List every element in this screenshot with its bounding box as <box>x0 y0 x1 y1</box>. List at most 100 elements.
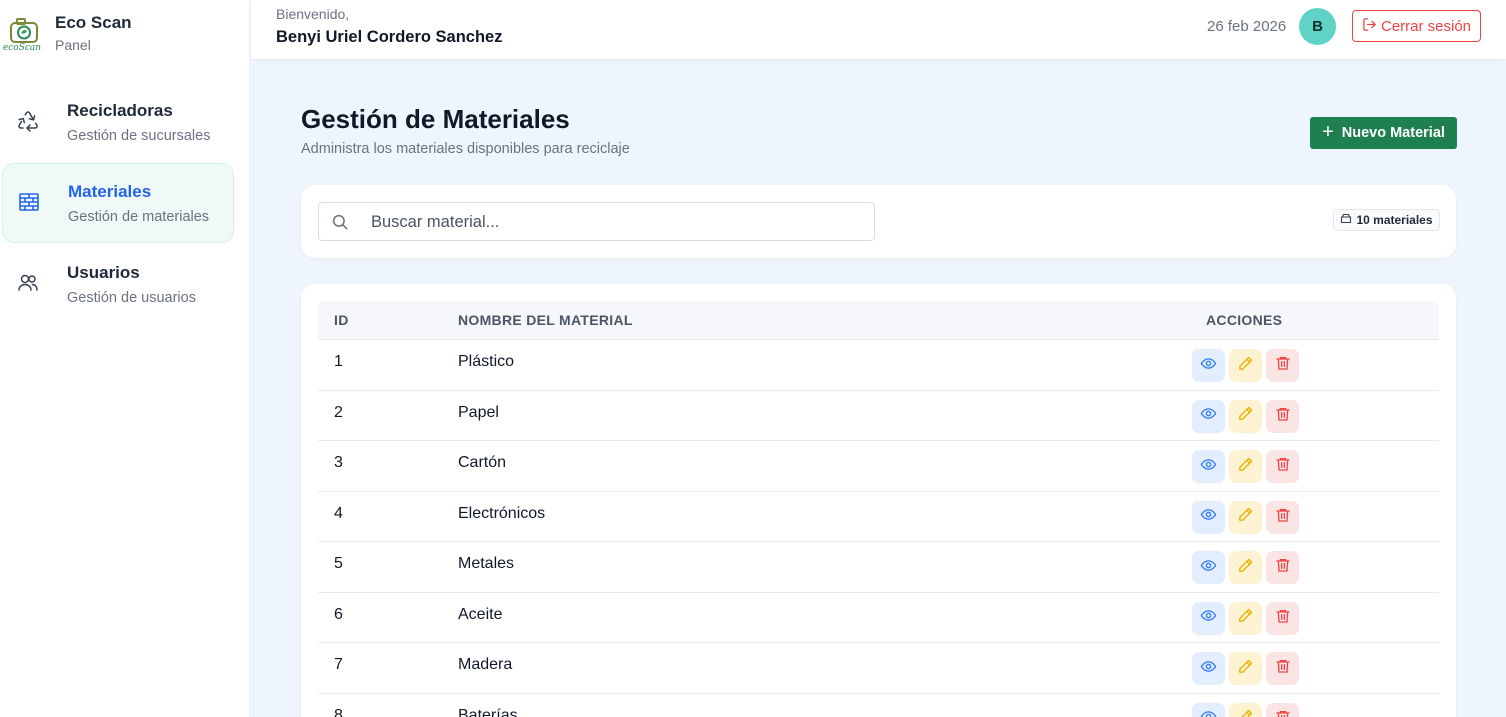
delete-button[interactable] <box>1266 601 1299 635</box>
sidebar-item-subtitle: Gestión de usuarios <box>67 290 196 306</box>
cell-name: Madera <box>458 656 513 673</box>
table-body: 1 Plástico 2 Papel 3 Cartón 4 Electrónic… <box>318 340 1439 717</box>
sidebar-item-subtitle: Gestión de sucursales <box>67 128 211 144</box>
sidebar-item-materiales[interactable]: Materiales Gestión de materiales <box>2 163 234 243</box>
cell-id: 2 <box>334 403 343 421</box>
edit-button[interactable] <box>1229 601 1262 635</box>
pencil-icon <box>1237 607 1254 629</box>
edit-button[interactable] <box>1229 500 1262 534</box>
page-title: Gestión de Materiales <box>301 104 570 134</box>
materials-table: ID NOMBRE DEL MATERIAL ACCIONES 1 Plásti… <box>301 284 1456 717</box>
delete-button[interactable] <box>1266 399 1299 433</box>
eye-icon <box>1200 708 1217 717</box>
cell-id: 4 <box>334 504 343 522</box>
new-material-label: Nuevo Material <box>1341 125 1445 141</box>
welcome-text: Bienvenido, <box>276 6 350 22</box>
page-subtitle: Administra los materiales disponibles pa… <box>301 141 630 157</box>
logout-icon <box>1362 17 1377 36</box>
users-icon <box>16 271 40 295</box>
view-button[interactable] <box>1192 500 1225 534</box>
view-button[interactable] <box>1192 601 1225 635</box>
brand[interactable]: ecoScan Eco Scan Panel <box>0 10 250 56</box>
avatar[interactable]: B <box>1299 8 1336 45</box>
delete-button[interactable] <box>1266 652 1299 685</box>
table-row: 6 Aceite <box>318 593 1439 643</box>
user-name: Benyi Uriel Cordero Sanchez <box>276 28 503 46</box>
eye-icon <box>1200 607 1217 629</box>
delete-button[interactable] <box>1266 349 1299 382</box>
cell-name: Baterías <box>458 706 518 717</box>
eye-icon <box>1200 557 1217 579</box>
view-button[interactable] <box>1192 652 1225 685</box>
trash-icon <box>1275 557 1291 578</box>
eye-icon <box>1200 456 1217 478</box>
row-actions <box>1192 551 1299 584</box>
table-row: 5 Metales <box>318 542 1439 593</box>
table-header: ID NOMBRE DEL MATERIAL ACCIONES <box>318 301 1439 340</box>
cell-id: 1 <box>334 353 343 370</box>
edit-button[interactable] <box>1229 652 1262 685</box>
trash-icon <box>1275 658 1291 679</box>
eye-icon <box>1200 658 1217 680</box>
plus-icon: + <box>1322 121 1334 143</box>
table-row: 3 Cartón <box>318 441 1439 492</box>
material-count-badge: 10 materiales <box>1333 209 1440 231</box>
bricks-icon <box>17 190 41 214</box>
eye-icon <box>1200 405 1217 427</box>
eye-icon <box>1200 355 1217 377</box>
material-count: 10 materiales <box>1356 213 1433 227</box>
new-material-button[interactable]: + Nuevo Material <box>1310 117 1457 149</box>
row-actions <box>1192 601 1299 635</box>
cell-name: Cartón <box>458 454 507 471</box>
current-date: 26 feb 2026 <box>1207 18 1287 35</box>
delete-button[interactable] <box>1266 702 1299 717</box>
delete-button[interactable] <box>1266 450 1299 483</box>
pencil-icon <box>1237 708 1254 717</box>
row-actions <box>1192 399 1299 433</box>
logo-text: ecoScan <box>2 43 42 53</box>
box-icon <box>1340 213 1352 227</box>
sidebar-item-usuarios[interactable]: Usuarios Gestión de usuarios <box>2 245 234 325</box>
column-header-id: ID <box>334 312 349 328</box>
cell-id: 3 <box>334 454 343 471</box>
view-button[interactable] <box>1192 399 1225 433</box>
table-row: 1 Plástico <box>318 340 1439 391</box>
sidebar-item-recicladoras[interactable]: Recicladoras Gestión de sucursales <box>2 83 234 163</box>
table-row: 8 Baterías <box>318 694 1439 717</box>
view-button[interactable] <box>1192 450 1225 483</box>
delete-button[interactable] <box>1266 500 1299 534</box>
table-row: 4 Electrónicos <box>318 492 1439 542</box>
logout-button[interactable]: Cerrar sesión <box>1352 10 1481 42</box>
trash-icon <box>1275 709 1291 717</box>
view-button[interactable] <box>1192 551 1225 584</box>
delete-button[interactable] <box>1266 551 1299 584</box>
row-actions <box>1192 349 1299 382</box>
edit-button[interactable] <box>1229 349 1262 382</box>
search-input[interactable] <box>371 211 861 233</box>
pencil-icon <box>1237 506 1254 528</box>
row-actions <box>1192 652 1299 685</box>
edit-button[interactable] <box>1229 702 1262 717</box>
table-row: 7 Madera <box>318 643 1439 694</box>
view-button[interactable] <box>1192 702 1225 717</box>
edit-button[interactable] <box>1229 450 1262 483</box>
edit-button[interactable] <box>1229 551 1262 584</box>
trash-icon <box>1275 355 1291 376</box>
trash-icon <box>1275 456 1291 477</box>
sidebar-item-subtitle: Gestión de materiales <box>68 209 210 225</box>
top-header: Bienvenido, Benyi Uriel Cordero Sanchez … <box>251 0 1506 59</box>
row-actions <box>1192 450 1299 483</box>
edit-button[interactable] <box>1229 399 1262 433</box>
view-button[interactable] <box>1192 349 1225 382</box>
row-actions <box>1192 500 1299 534</box>
cell-id: 5 <box>334 555 343 572</box>
table-row: 2 Papel <box>318 391 1439 441</box>
sidebar-item-title: Materiales <box>68 182 152 201</box>
pencil-icon <box>1237 456 1254 478</box>
cell-id: 6 <box>334 605 343 623</box>
trash-icon <box>1275 507 1291 528</box>
trash-icon <box>1275 406 1291 427</box>
eye-icon <box>1200 506 1217 528</box>
trash-icon <box>1275 608 1291 629</box>
search-box[interactable] <box>318 202 875 241</box>
